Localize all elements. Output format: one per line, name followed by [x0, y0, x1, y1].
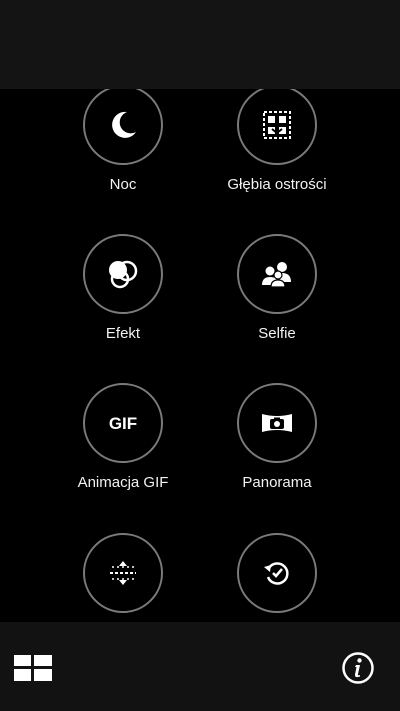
- group-selfie-icon: [260, 260, 294, 288]
- camera-modes-grid: Noc Głębia ostrości Efekt Selfie GIF Ani…: [0, 89, 400, 622]
- mode-selfie-label: Selfie: [258, 325, 296, 342]
- moon-icon: [106, 108, 140, 142]
- mode-depth-of-field-button[interactable]: [237, 89, 317, 165]
- mode-gif[interactable]: GIF Animacja GIF: [43, 383, 203, 492]
- mode-gif-button[interactable]: GIF: [83, 383, 163, 463]
- mode-time-lapse[interactable]: [43, 533, 203, 622]
- info-button[interactable]: [341, 651, 375, 685]
- depth-of-field-icon: [263, 111, 291, 139]
- mode-panorama-button[interactable]: [237, 383, 317, 463]
- mode-depth-of-field[interactable]: Głębia ostrości: [197, 89, 357, 194]
- grid-view-button[interactable]: [14, 655, 52, 681]
- mode-time-rewind-button[interactable]: [237, 533, 317, 613]
- mode-effect-label: Efekt: [105, 325, 141, 342]
- mode-panorama-label: Panorama: [242, 474, 312, 491]
- mode-gif-label: Animacja GIF: [77, 474, 169, 491]
- mode-night[interactable]: Noc: [43, 89, 203, 194]
- mode-selfie-button[interactable]: [237, 234, 317, 314]
- gif-icon-text: GIF: [109, 414, 137, 433]
- panorama-icon: [260, 410, 294, 436]
- bottom-bar: [0, 622, 400, 711]
- mode-time-lapse-button[interactable]: [83, 533, 163, 613]
- time-rewind-icon: [262, 558, 292, 588]
- mode-selfie[interactable]: Selfie: [197, 234, 357, 343]
- info-icon: [341, 651, 375, 685]
- mode-panorama[interactable]: Panorama: [197, 383, 357, 492]
- time-lapse-icon: [108, 558, 138, 588]
- mode-depth-of-field-label: Głębia ostrości: [227, 176, 327, 193]
- top-bar: [0, 0, 400, 89]
- grid-view-icon: [14, 655, 52, 681]
- mode-effect-button[interactable]: [83, 234, 163, 314]
- mode-effect[interactable]: Efekt: [43, 234, 203, 343]
- mode-night-button[interactable]: [83, 89, 163, 165]
- mode-night-label: Noc: [109, 176, 137, 193]
- effect-circles-icon: [106, 257, 140, 291]
- mode-time-rewind[interactable]: [197, 533, 357, 622]
- gif-icon: GIF: [103, 412, 143, 434]
- camera-mode-screen: Noc Głębia ostrości Efekt Selfie GIF Ani…: [0, 0, 400, 711]
